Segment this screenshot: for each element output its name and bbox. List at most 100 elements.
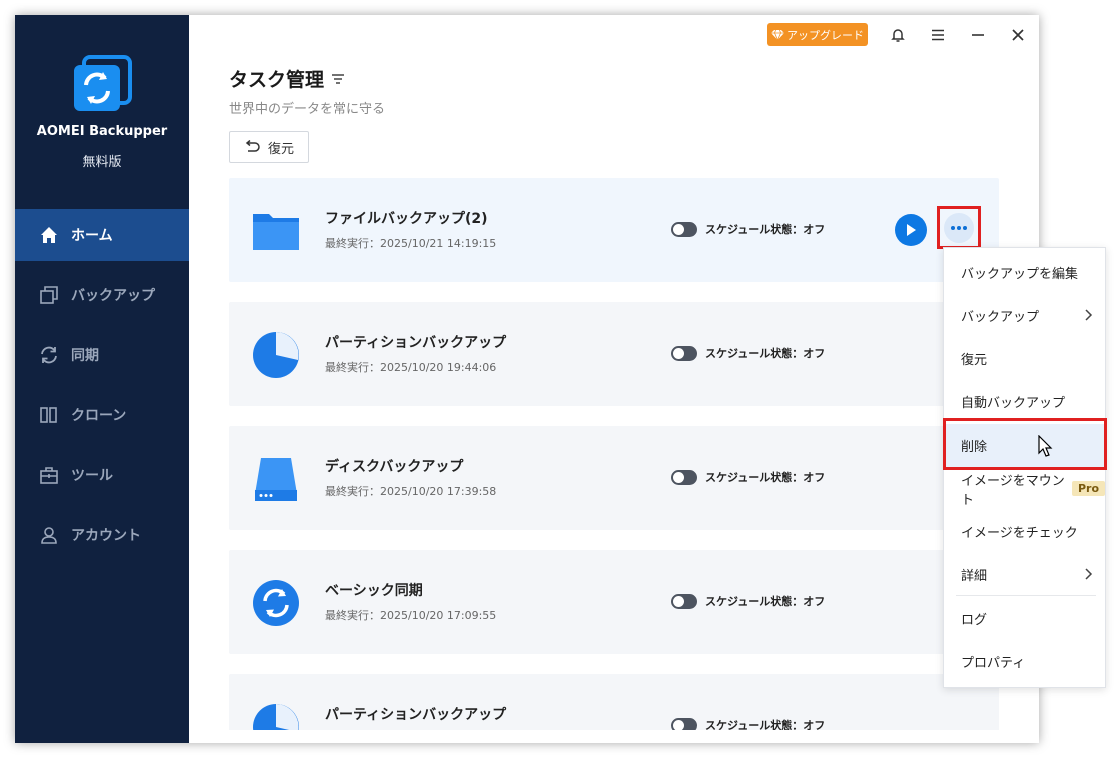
schedule-label: スケジュール状態：オフ (705, 595, 826, 608)
backup-icon (40, 286, 58, 304)
play-icon (907, 224, 916, 236)
close-icon (1012, 29, 1024, 41)
sidebar: AOMEI Backupper 無料版 ホーム バックアップ 同期 クローン ツ… (15, 15, 189, 743)
menu-item-details[interactable]: 詳細 (944, 553, 1105, 596)
bell-icon (891, 29, 905, 42)
menu-item-label: 自動バックアップ (961, 396, 1066, 411)
run-task-button[interactable] (895, 214, 927, 246)
app-name: AOMEI Backupper (36, 124, 168, 139)
minimize-button[interactable] (967, 24, 989, 46)
toggle-switch[interactable] (671, 345, 697, 361)
schedule-toggle[interactable]: スケジュール状態：オフ (671, 221, 825, 237)
more-dots-icon (951, 225, 967, 230)
schedule-toggle[interactable]: スケジュール状態：オフ (671, 717, 825, 730)
pro-badge: Pro (1071, 481, 1105, 496)
menu-item-label: ログ (961, 613, 988, 628)
sidebar-item-label: バックアップ (71, 288, 155, 304)
restore-label: 復元 (267, 141, 294, 157)
menu-item-label: イメージをマウント (961, 473, 1065, 508)
menu-item-check-image[interactable]: イメージをチェック (944, 510, 1105, 553)
mouse-cursor-icon (1038, 435, 1053, 457)
page-subtitle: 世界中のデータを常に守る (229, 102, 386, 117)
menu-item-label: 復元 (961, 353, 988, 368)
clone-icon (40, 407, 57, 423)
menu-divider (956, 595, 1096, 596)
app-window: AOMEI Backupper 無料版 ホーム バックアップ 同期 クローン ツ… (15, 15, 1039, 743)
account-icon (41, 527, 57, 544)
disk-icon (255, 458, 297, 501)
task-card[interactable]: ファイルバックアップ(2) 最終実行：2025/10/21 14:19:15 ス… (229, 178, 999, 282)
menu-item-log[interactable]: ログ (944, 597, 1105, 640)
task-name: ディスクバックアップ (325, 459, 464, 475)
sidebar-item-clone[interactable]: クローン (15, 389, 189, 441)
schedule-label: スケジュール状態：オフ (705, 719, 826, 730)
schedule-toggle[interactable]: スケジュール状態：オフ (671, 593, 825, 609)
tools-icon (40, 467, 58, 484)
schedule-label: スケジュール状態：オフ (705, 347, 826, 360)
upgrade-button[interactable]: アップグレード (767, 23, 868, 46)
task-name: ベーシック同期 (325, 583, 423, 599)
menu-item-label: プロパティ (961, 656, 1026, 671)
more-options-button[interactable] (937, 206, 981, 249)
restore-button[interactable]: 復元 (229, 131, 309, 163)
menu-item-label: バックアップ (961, 310, 1040, 325)
toggle-switch[interactable] (671, 221, 697, 237)
schedule-label: スケジュール状態：オフ (705, 471, 826, 484)
task-card[interactable]: パーティションバックアップ スケジュール状態：オフ (229, 674, 999, 730)
task-card[interactable]: ディスクバックアップ 最終実行：2025/10/20 17:39:58 スケジュ… (229, 426, 999, 530)
upgrade-label: アップグレード (787, 28, 864, 42)
task-last-run: 最終実行：2025/10/20 17:39:58 (325, 485, 497, 498)
task-last-run: 最終実行：2025/10/21 14:19:15 (325, 237, 497, 250)
sidebar-item-label: アカウント (71, 528, 141, 544)
close-button[interactable] (1007, 24, 1029, 46)
toggle-switch[interactable] (671, 717, 697, 730)
menu-item-restore[interactable]: 復元 (944, 337, 1105, 380)
hamburger-icon (932, 29, 944, 41)
schedule-toggle[interactable]: スケジュール状態：オフ (671, 469, 825, 485)
task-name: パーティションバックアップ (325, 335, 507, 351)
sync-icon (253, 580, 299, 626)
app-edition: 無料版 (82, 155, 122, 170)
menu-item-label: バックアップを編集 (961, 267, 1079, 282)
diamond-icon (771, 29, 784, 41)
task-last-run: 最終実行：2025/10/20 17:09:55 (325, 609, 497, 622)
page-title: タスク管理 (229, 69, 325, 91)
main-area: アップグレード タスク管理 世界中のデータを常に守る 復元 ファイルバックアップ… (189, 15, 1039, 743)
sidebar-item-label: 同期 (71, 348, 99, 364)
sidebar-item-label: ホーム (71, 228, 113, 244)
sidebar-item-label: ツール (71, 468, 113, 484)
sidebar-item-backup[interactable]: バックアップ (15, 269, 189, 321)
menu-button[interactable] (927, 24, 949, 46)
task-name: ファイルバックアップ(2) (325, 211, 488, 227)
schedule-toggle[interactable]: スケジュール状態：オフ (671, 345, 825, 361)
schedule-label: スケジュール状態：オフ (705, 223, 826, 236)
highlight-box (943, 418, 1107, 470)
home-icon (41, 227, 57, 243)
sidebar-item-home[interactable]: ホーム (15, 209, 189, 261)
sidebar-item-label: クローン (71, 408, 127, 424)
menu-item-mount-image[interactable]: イメージをマウント Pro (944, 467, 1105, 510)
task-card[interactable]: ベーシック同期 最終実行：2025/10/20 17:09:55 スケジュール状… (229, 550, 999, 654)
menu-item-backup[interactable]: バックアップ (944, 294, 1105, 337)
task-list: ファイルバックアップ(2) 最終実行：2025/10/21 14:19:15 ス… (229, 178, 999, 730)
task-last-run: 最終実行：2025/10/20 19:44:06 (325, 361, 497, 374)
toggle-switch[interactable] (671, 469, 697, 485)
partition-icon (253, 332, 299, 378)
notification-button[interactable] (887, 24, 909, 46)
menu-item-label: 詳細 (961, 569, 988, 584)
sidebar-item-sync[interactable]: 同期 (15, 329, 189, 381)
sidebar-item-tools[interactable]: ツール (15, 449, 189, 501)
page-header: タスク管理 (229, 65, 346, 92)
toggle-switch[interactable] (671, 593, 697, 609)
app-logo-icon (74, 55, 132, 111)
sidebar-nav: ホーム バックアップ 同期 クローン ツール アカウント (15, 209, 189, 569)
filter-icon[interactable] (330, 71, 346, 87)
menu-item-label: イメージをチェック (961, 526, 1078, 541)
sidebar-item-account[interactable]: アカウント (15, 509, 189, 561)
chevron-right-icon (1085, 568, 1093, 580)
menu-item-edit-backup[interactable]: バックアップを編集 (944, 251, 1105, 294)
menu-item-properties[interactable]: プロパティ (944, 640, 1105, 683)
task-card[interactable]: パーティションバックアップ 最終実行：2025/10/20 19:44:06 ス… (229, 302, 999, 406)
chevron-right-icon (1085, 309, 1093, 321)
menu-item-auto-backup[interactable]: 自動バックアップ (944, 380, 1105, 423)
